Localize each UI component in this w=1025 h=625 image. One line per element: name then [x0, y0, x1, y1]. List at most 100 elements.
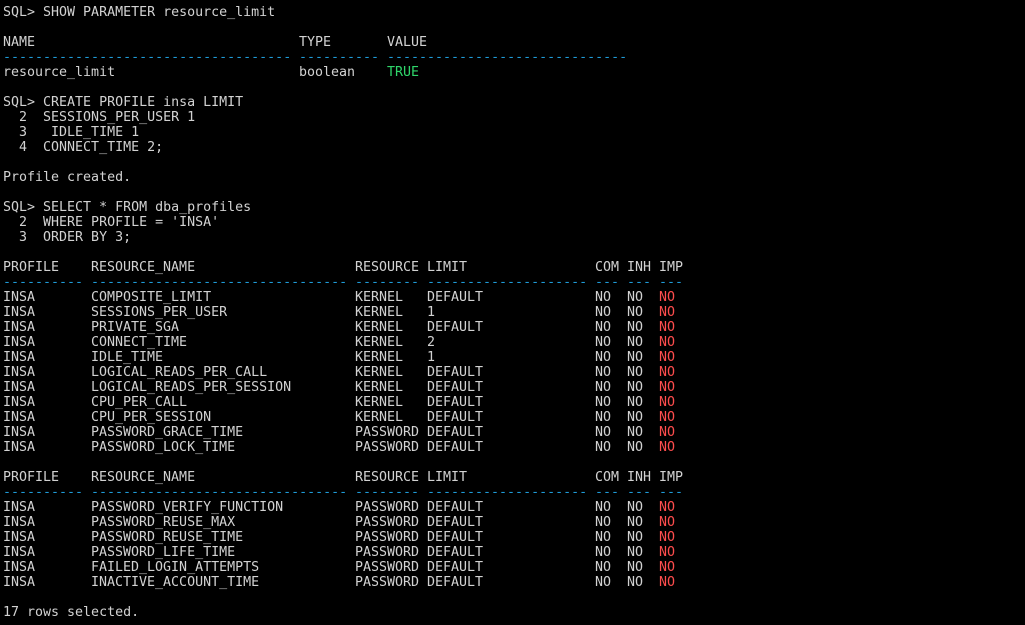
cell-profile: INSA	[3, 440, 36, 455]
cell-inh: NO	[627, 395, 644, 410]
sql-command-line: SQL> CREATE PROFILE insa LIMIT	[3, 95, 244, 110]
cell-resource-name: SESSIONS_PER_USER	[91, 305, 228, 320]
cell-resource-name: LOGICAL_READS_PER_SESSION	[91, 380, 292, 395]
cell-resource-name: COMPOSITE_LIMIT	[91, 290, 212, 305]
separator: ---	[627, 275, 652, 290]
header-profile: PROFILE	[3, 470, 60, 485]
separator: --------	[355, 485, 420, 500]
separator: --------	[355, 275, 420, 290]
cell-com: NO	[595, 395, 612, 410]
cell-inh: NO	[627, 575, 644, 590]
cell-imp: NO	[659, 380, 676, 395]
cell-profile: INSA	[3, 395, 36, 410]
cell-limit: DEFAULT	[427, 530, 484, 545]
param-name: resource_limit	[3, 65, 116, 80]
table-row: INSA PASSWORD_REUSE_TIME PASSWORD DEFAULT NO…	[3, 530, 1025, 545]
cell-resource: KERNEL	[355, 320, 404, 335]
header-imp: IMP	[659, 470, 684, 485]
separator: ---	[627, 485, 652, 500]
cell-com: NO	[595, 575, 612, 590]
table-row: INSA LOGICAL_READS_PER_CALL KERNEL DEFAULT N…	[3, 365, 1025, 380]
separator: ----------	[3, 485, 84, 500]
table-row: INSA PASSWORD_GRACE_TIME PASSWORD DEFAULT NO…	[3, 425, 1025, 440]
separator: ----------	[299, 50, 380, 65]
header-profile: PROFILE	[3, 260, 60, 275]
cell-limit: DEFAULT	[427, 575, 484, 590]
table-row: INSA LOGICAL_READS_PER_SESSION KERNEL DEFAU…	[3, 380, 1025, 395]
cell-resource: PASSWORD	[355, 545, 420, 560]
table-row: INSA IDLE_TIME KERNEL 1 NO NO NO	[3, 350, 1025, 365]
table-row: INSA INACTIVE_ACCOUNT_TIME PASSWORD DEFAULT…	[3, 575, 1025, 590]
cell-resource: KERNEL	[355, 395, 404, 410]
cell-resource: KERNEL	[355, 380, 404, 395]
cell-resource: PASSWORD	[355, 515, 420, 530]
cell-com: NO	[595, 320, 612, 335]
table-separator-row: ---------- -----------------------------…	[3, 275, 1025, 290]
cell-limit: 1	[427, 350, 436, 365]
table-row: INSA SESSIONS_PER_USER KERNEL 1 NO NO NO	[3, 305, 1025, 320]
header-resource-name: RESOURCE_NAME	[91, 260, 196, 275]
cell-limit: DEFAULT	[427, 560, 484, 575]
cell-resource-name: CONNECT_TIME	[91, 335, 188, 350]
cell-inh: NO	[627, 500, 644, 515]
cell-imp: NO	[659, 410, 676, 425]
cell-profile: INSA	[3, 365, 36, 380]
cell-resource-name: PRIVATE_SGA	[91, 320, 180, 335]
header-inh: INH	[627, 470, 652, 485]
cell-limit: DEFAULT	[427, 545, 484, 560]
cell-profile: INSA	[3, 320, 36, 335]
cell-resource: KERNEL	[355, 335, 404, 350]
param-type: boolean	[299, 65, 356, 80]
cell-inh: NO	[627, 560, 644, 575]
cell-com: NO	[595, 500, 612, 515]
cell-resource-name: CPU_PER_SESSION	[91, 410, 212, 425]
header-limit: LIMIT	[427, 260, 468, 275]
cell-profile: INSA	[3, 410, 36, 425]
cell-profile: INSA	[3, 290, 36, 305]
separator: ---	[595, 275, 620, 290]
cell-resource-name: CPU_PER_CALL	[91, 395, 188, 410]
cell-com: NO	[595, 410, 612, 425]
cell-resource-name: PASSWORD_REUSE_TIME	[91, 530, 244, 545]
result-message: Profile created.	[3, 170, 132, 185]
cell-com: NO	[595, 335, 612, 350]
cell-inh: NO	[627, 305, 644, 320]
terminal-window[interactable]: SQL> SHOW PARAMETER resource_limit NAME …	[0, 0, 1025, 625]
cell-limit: 1	[427, 305, 436, 320]
separator: ---	[659, 485, 684, 500]
cell-imp: NO	[659, 515, 676, 530]
param-value-row: resource_limit boolean TRUE	[3, 65, 1025, 80]
param-header-row: NAME TYPE VALUE	[3, 35, 1025, 50]
header-resource: RESOURCE	[355, 470, 420, 485]
cell-resource-name: PASSWORD_GRACE_TIME	[91, 425, 244, 440]
cell-com: NO	[595, 545, 612, 560]
cell-inh: NO	[627, 410, 644, 425]
cell-limit: DEFAULT	[427, 365, 484, 380]
header-com: COM	[595, 260, 620, 275]
cell-imp: NO	[659, 425, 676, 440]
cell-com: NO	[595, 305, 612, 320]
table-row: INSA PASSWORD_LIFE_TIME PASSWORD DEFAULT NO N…	[3, 545, 1025, 560]
cell-com: NO	[595, 380, 612, 395]
cell-imp: NO	[659, 305, 676, 320]
cell-limit: DEFAULT	[427, 290, 484, 305]
cell-resource: KERNEL	[355, 410, 404, 425]
separator: --------------------	[427, 485, 588, 500]
cell-resource: PASSWORD	[355, 440, 420, 455]
table-row: INSA CPU_PER_SESSION KERNEL DEFAULT NO NO NO	[3, 410, 1025, 425]
cell-profile: INSA	[3, 560, 36, 575]
cell-profile: INSA	[3, 380, 36, 395]
cell-imp: NO	[659, 365, 676, 380]
cell-com: NO	[595, 365, 612, 380]
table-header-row: PROFILE RESOURCE_NAME RESOURCE LIMIT COM…	[3, 470, 1025, 485]
cell-com: NO	[595, 425, 612, 440]
cell-com: NO	[595, 530, 612, 545]
cell-limit: DEFAULT	[427, 440, 484, 455]
cell-limit: DEFAULT	[427, 410, 484, 425]
cell-resource: KERNEL	[355, 290, 404, 305]
cell-resource: PASSWORD	[355, 530, 420, 545]
